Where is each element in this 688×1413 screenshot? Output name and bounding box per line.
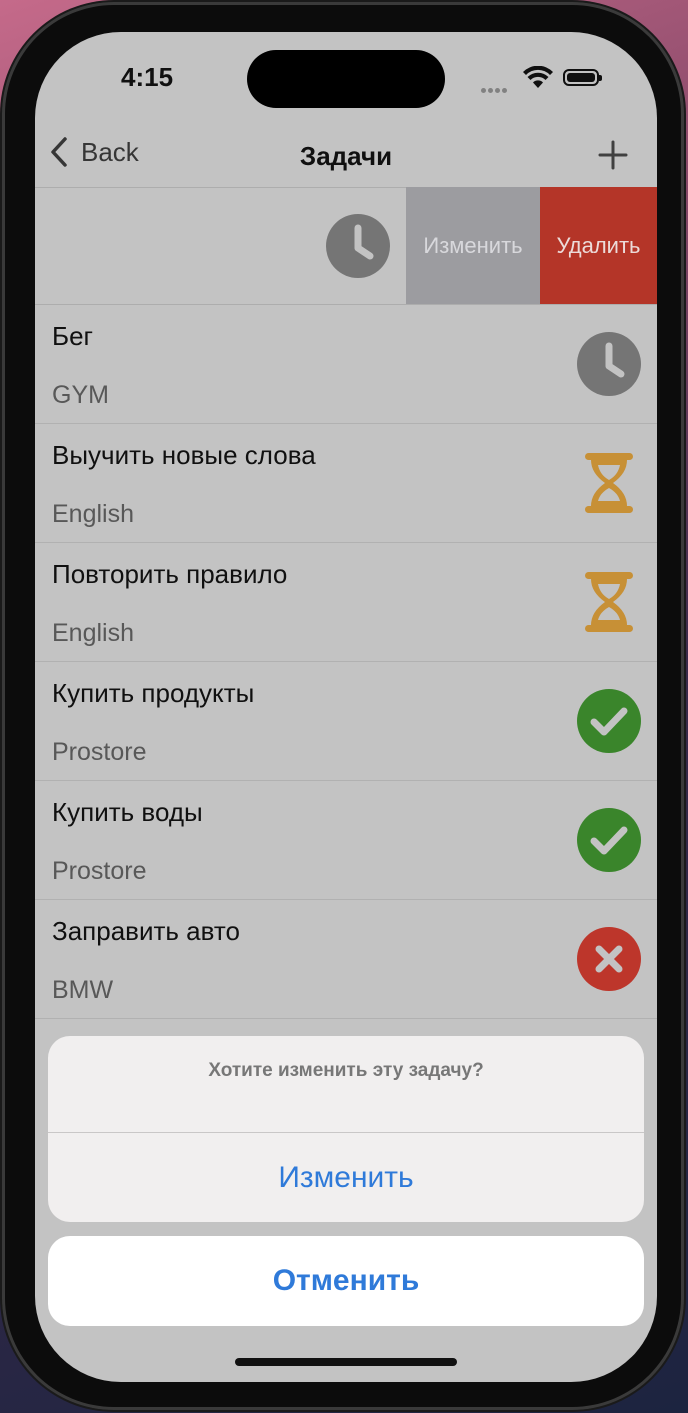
cancel-button[interactable]: Отменить [48,1236,644,1326]
edit-button[interactable]: Изменить [48,1133,644,1222]
phone-frame: 4:15 Back Задачи Изменить Удалить Бег GY… [2,2,684,1410]
home-indicator[interactable] [235,1358,457,1366]
screen: 4:15 Back Задачи Изменить Удалить Бег GY… [35,32,657,1382]
action-sheet: Хотите изменить эту задачу? Изменить [48,1036,644,1222]
action-sheet-message: Хотите изменить эту задачу? [208,1060,484,1081]
